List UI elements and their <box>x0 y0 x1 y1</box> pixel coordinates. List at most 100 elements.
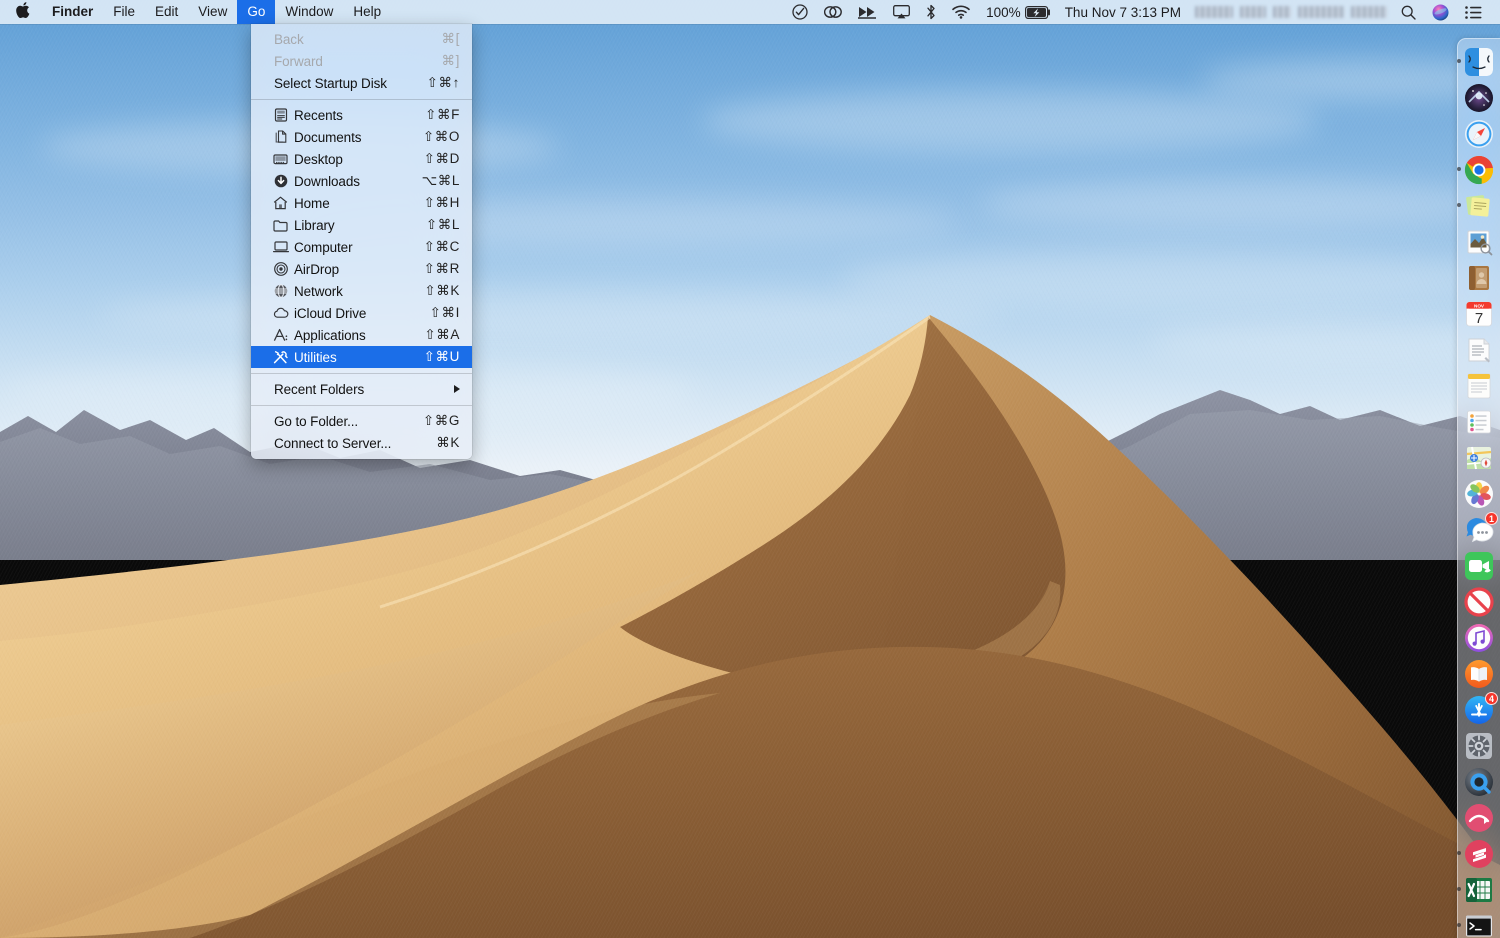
menu-item-label: Recent Folders <box>274 382 444 397</box>
spotlight-search-icon[interactable] <box>1393 0 1424 24</box>
menu-bar-clock[interactable]: Thu Nov 7 3:13 PM <box>1057 5 1189 20</box>
running-indicator <box>1457 923 1461 927</box>
menu-item-connect-to-server[interactable]: Connect to Server... ⌘K <box>251 432 472 454</box>
svg-text:NOV: NOV <box>1474 303 1485 308</box>
menu-item-label: Select Startup Disk <box>274 76 413 91</box>
svg-text:7: 7 <box>1475 310 1483 327</box>
running-indicator <box>1457 59 1461 63</box>
menu-item-shortcut: ⌘] <box>442 53 460 69</box>
menu-view[interactable]: View <box>188 0 237 24</box>
fast-forward-icon[interactable] <box>850 0 885 24</box>
menu-go[interactable]: Go <box>237 0 275 24</box>
dock-item-google-chrome[interactable] <box>1463 154 1495 186</box>
launchpad-icon <box>1464 83 1494 113</box>
battery-percent-label[interactable]: 100% <box>978 5 1023 20</box>
menu-item-go-to-folder[interactable]: Go to Folder... ⇧⌘G <box>251 410 472 432</box>
airdrop-icon <box>272 261 289 277</box>
notes-icon <box>1464 371 1494 401</box>
menu-item-utilities[interactable]: Utilities ⇧⌘U <box>251 346 472 368</box>
folder-icon <box>272 217 289 233</box>
dock-item-safari[interactable] <box>1463 118 1495 150</box>
chrome-icon <box>1464 155 1494 185</box>
menu-item-recents[interactable]: Recents ⇧⌘F <box>251 104 472 126</box>
applications-icon <box>272 327 289 343</box>
dock-item-terminal[interactable] <box>1463 910 1495 938</box>
dock-item-contacts[interactable] <box>1463 262 1495 294</box>
menu-item-shortcut: ⌘K <box>436 435 460 451</box>
dock-item-app-store[interactable]: 4 <box>1463 694 1495 726</box>
dock-item-quicktime-player[interactable] <box>1463 766 1495 798</box>
menu-item-select-startup-disk[interactable]: Select Startup Disk ⇧⌘↑ <box>251 72 472 94</box>
dock-item-calendar[interactable]: NOV 7 <box>1463 298 1495 330</box>
downloads-icon <box>272 173 289 189</box>
home-icon <box>272 195 289 211</box>
dock-item-finder[interactable] <box>1463 46 1495 78</box>
creative-cloud-icon[interactable] <box>816 0 850 24</box>
menu-item-label: Applications <box>294 328 410 343</box>
dock[interactable]: NOV 7 <box>1457 38 1500 938</box>
menu-window[interactable]: Window <box>275 0 343 24</box>
wifi-icon[interactable] <box>944 0 978 24</box>
menu-item-home[interactable]: Home ⇧⌘H <box>251 192 472 214</box>
running-indicator <box>1457 851 1461 855</box>
preview-icon <box>1464 227 1494 257</box>
menu-item-label: Utilities <box>294 350 410 365</box>
menu-item-airdrop[interactable]: AirDrop ⇧⌘R <box>251 258 472 280</box>
itunes-icon <box>1464 623 1494 653</box>
airplay-icon[interactable] <box>885 0 918 24</box>
menu-edit[interactable]: Edit <box>145 0 188 24</box>
go-menu-dropdown[interactable]: Back ⌘[ Forward ⌘] Select Startup Disk ⇧… <box>251 24 472 459</box>
menu-item-applications[interactable]: Applications ⇧⌘A <box>251 324 472 346</box>
dock-item-preview[interactable] <box>1463 226 1495 258</box>
siri-icon[interactable] <box>1424 0 1457 24</box>
menu-item-label: Home <box>294 196 410 211</box>
menu-item-recent-folders[interactable]: Recent Folders <box>251 378 472 400</box>
dock-item-facetime[interactable] <box>1463 550 1495 582</box>
dock-item-stickies[interactable] <box>1463 190 1495 222</box>
battery-charging-icon[interactable] <box>1023 0 1057 24</box>
menu-item-back[interactable]: Back ⌘[ <box>251 28 472 50</box>
menu-item-downloads[interactable]: Downloads ⌥⌘L <box>251 170 472 192</box>
dock-item-photos[interactable] <box>1463 478 1495 510</box>
menu-file[interactable]: File <box>103 0 145 24</box>
dock-item-unsupported-app[interactable] <box>1463 586 1495 618</box>
menu-item-library[interactable]: Library ⇧⌘L <box>251 214 472 236</box>
facetime-icon <box>1464 551 1494 581</box>
menu-item-label: Documents <box>294 130 409 145</box>
checkmark-circle-icon[interactable] <box>784 0 816 24</box>
dock-item-messages[interactable]: 1 <box>1463 514 1495 546</box>
dock-item-notes[interactable] <box>1463 370 1495 402</box>
icloud-icon <box>272 305 289 321</box>
menu-item-network[interactable]: Network ⇧⌘K <box>251 280 472 302</box>
menu-bar-status-area: 100% Thu Nov 7 3:13 PM <box>784 0 1500 24</box>
excel-icon <box>1464 875 1494 905</box>
menu-item-documents[interactable]: Documents ⇧⌘O <box>251 126 472 148</box>
dock-item-sublime-text[interactable] <box>1463 838 1495 870</box>
dock-item-system-preferences[interactable] <box>1463 730 1495 762</box>
control-center-icon[interactable] <box>1457 0 1490 24</box>
dock-item-keynote[interactable] <box>1463 802 1495 834</box>
bluetooth-icon[interactable] <box>918 0 944 24</box>
dock-item-reminders[interactable] <box>1463 406 1495 438</box>
menu-item-label: AirDrop <box>294 262 410 277</box>
menu-finder[interactable]: Finder <box>42 0 103 24</box>
prohibited-icon <box>1464 587 1494 617</box>
documents-icon <box>272 129 289 145</box>
menu-item-shortcut: ⇧⌘K <box>424 283 460 299</box>
menu-item-desktop[interactable]: Desktop ⇧⌘D <box>251 148 472 170</box>
dock-item-microsoft-excel[interactable] <box>1463 874 1495 906</box>
dock-item-itunes[interactable] <box>1463 622 1495 654</box>
dock-item-textedit[interactable] <box>1463 334 1495 366</box>
apple-logo-icon[interactable] <box>0 0 42 24</box>
dock-item-maps[interactable] <box>1463 442 1495 474</box>
menu-item-computer[interactable]: Computer ⇧⌘C <box>251 236 472 258</box>
cloud <box>700 90 1320 152</box>
dock-item-books[interactable] <box>1463 658 1495 690</box>
finder-icon <box>1464 47 1494 77</box>
menu-help[interactable]: Help <box>343 0 391 24</box>
menu-item-label: Desktop <box>294 152 410 167</box>
menu-item-icloud-drive[interactable]: iCloud Drive ⇧⌘I <box>251 302 472 324</box>
menu-item-forward[interactable]: Forward ⌘] <box>251 50 472 72</box>
dock-item-launchpad[interactable] <box>1463 82 1495 114</box>
menu-item-label: Network <box>294 284 410 299</box>
